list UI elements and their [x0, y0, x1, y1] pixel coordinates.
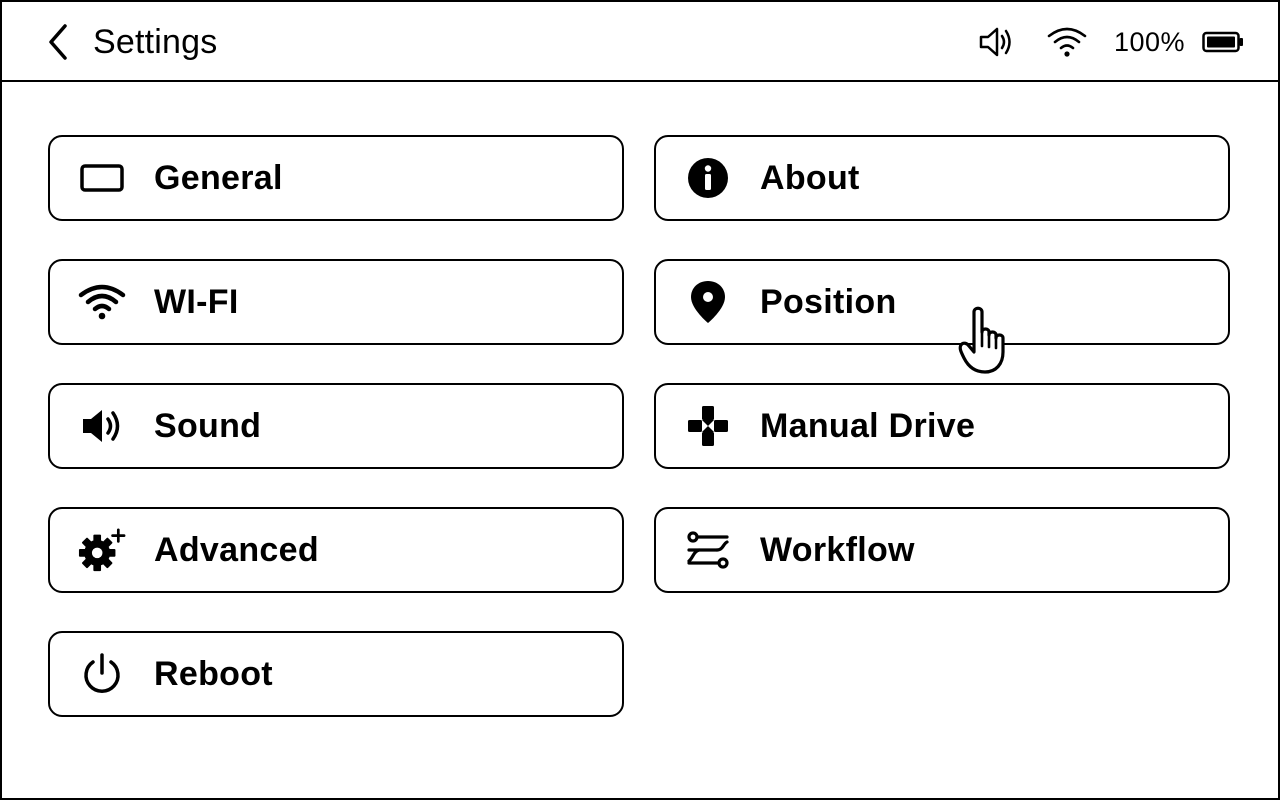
- menu-item-wifi[interactable]: WI-FI: [48, 259, 624, 345]
- display-icon: [78, 156, 126, 200]
- menu-item-label: Reboot: [154, 655, 273, 693]
- header-bar: Settings 100%: [2, 2, 1278, 82]
- menu-item-label: Workflow: [760, 531, 915, 569]
- menu-item-position[interactable]: Position: [654, 259, 1230, 345]
- speaker-icon[interactable]: [978, 26, 1014, 58]
- menu-item-label: Advanced: [154, 531, 319, 569]
- page-title: Settings: [93, 23, 218, 61]
- menu-item-reboot[interactable]: Reboot: [48, 631, 624, 717]
- power-icon: [78, 652, 126, 696]
- back-button[interactable]: [38, 20, 78, 64]
- chevron-left-icon: [49, 24, 67, 60]
- gamepad-icon: [684, 404, 732, 448]
- sliders-icon: [684, 528, 732, 572]
- gear-plus-icon: [78, 528, 126, 572]
- location-pin-icon: [684, 280, 732, 324]
- info-icon: [684, 156, 732, 200]
- menu-item-label: About: [760, 159, 860, 197]
- wifi-icon: [78, 280, 126, 324]
- menu-item-advanced[interactable]: Advanced: [48, 507, 624, 593]
- menu-item-label: WI-FI: [154, 283, 239, 321]
- menu-item-manual-drive[interactable]: Manual Drive: [654, 383, 1230, 469]
- menu-item-label: Sound: [154, 407, 262, 445]
- menu-item-sound[interactable]: Sound: [48, 383, 624, 469]
- menu-item-workflow[interactable]: Workflow: [654, 507, 1230, 593]
- menu-item-about[interactable]: About: [654, 135, 1230, 221]
- menu-item-label: Position: [760, 283, 897, 321]
- speaker-icon: [78, 404, 126, 448]
- menu-item-general[interactable]: General: [48, 135, 624, 221]
- settings-screen: Settings 100% General About WI-FI Positi…: [0, 0, 1280, 800]
- battery-percentage: 100%: [1113, 26, 1185, 57]
- status-bar: 100%: [978, 20, 1244, 64]
- battery-full-icon: [1202, 31, 1244, 53]
- menu-item-label: General: [154, 159, 283, 197]
- menu-item-label: Manual Drive: [760, 407, 976, 445]
- wifi-icon[interactable]: [1046, 25, 1088, 59]
